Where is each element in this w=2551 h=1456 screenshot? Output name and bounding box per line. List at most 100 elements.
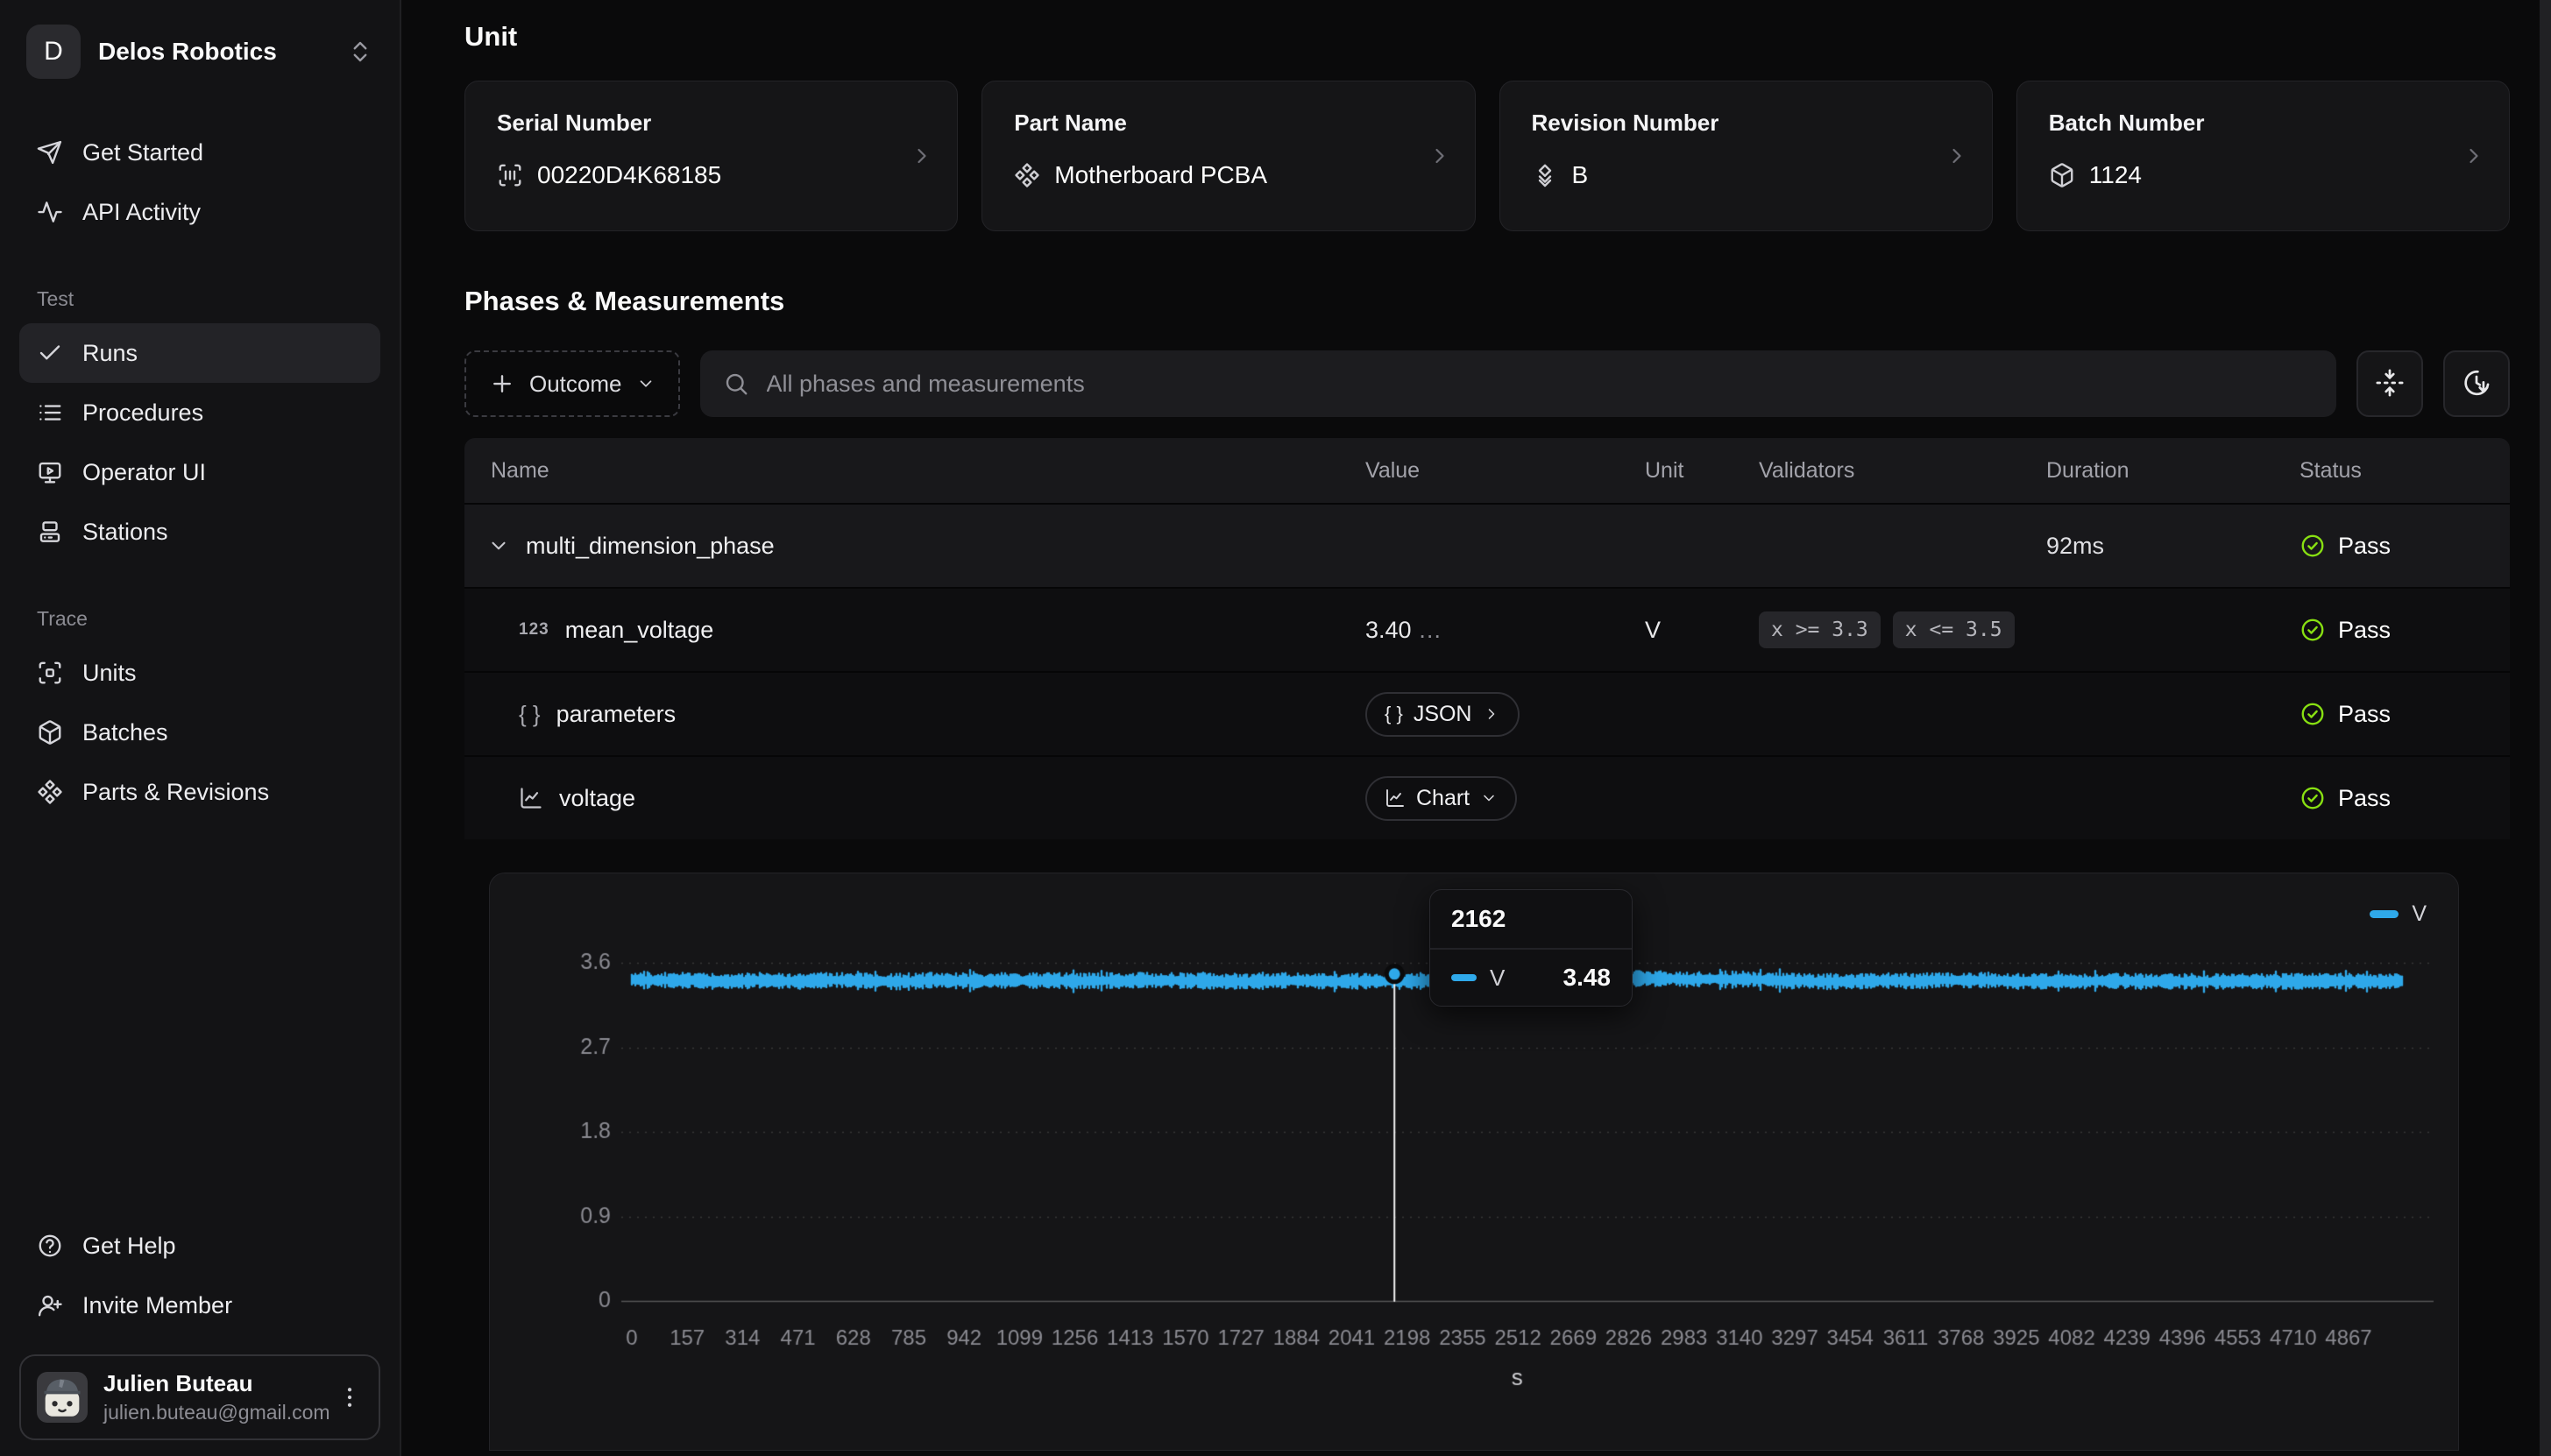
main-content: Unit Serial Number 00220D4K68185 Part Na… [401,0,2551,1456]
page-scrollbar[interactable] [2540,0,2551,1456]
chevron-right-icon [1428,144,1452,168]
history-button[interactable] [2443,350,2510,417]
status-label: Pass [2338,785,2391,812]
card-value: Motherboard PCBA [1054,161,1267,189]
json-pill-button[interactable]: { }JSON [1365,692,1520,737]
sidebar-item-get-help[interactable]: Get Help [19,1216,380,1276]
chevron-right-icon [1945,144,1969,168]
chevron-down-icon [1480,789,1498,807]
workspace-avatar: D [26,25,81,79]
sidebar-item-batches[interactable]: Batches [19,703,380,762]
stations-icon [37,519,63,545]
unit-card-part-name[interactable]: Part Name Motherboard PCBA [981,81,1475,231]
sidebar-item-label: Batches [82,719,168,746]
braces-icon: { } [519,701,541,728]
sidebar-item-invite-member[interactable]: Invite Member [19,1276,380,1335]
layers-diamond-icon [1532,162,1558,188]
user-avatar [37,1372,88,1423]
table-row-mean_voltage[interactable]: 123mean_voltage 3.40 … V x >= 3.3x <= 3.… [464,587,2510,671]
sidebar-item-operator-ui[interactable]: Operator UI [19,442,380,502]
outcome-filter-button[interactable]: Outcome [464,350,680,417]
workspace-switcher[interactable]: D Delos Robotics [19,18,380,86]
chevron-right-icon [1483,705,1500,723]
cell-status: Pass [2299,785,2510,812]
chart-tooltip: 2162 V 3.48 [1429,889,1633,1007]
cell-status: Pass [2299,533,2510,560]
column-header-value: Value [1365,458,1645,484]
sidebar-section-label: Trace [19,607,380,631]
tooltip-series-value: 3.48 [1563,964,1612,992]
chart-line-icon [519,786,543,810]
sidebar-item-stations[interactable]: Stations [19,502,380,562]
voltage-chart-card: V 2162 V 3.48 [489,873,2459,1451]
tooltip-series-name: V [1490,965,1505,992]
table-row-multi_dimension_phase[interactable]: multi_dimension_phase 92ms Pass [464,503,2510,587]
status-label: Pass [2338,533,2391,560]
unit-card-revision-number[interactable]: Revision Number B [1499,81,1993,231]
unit-cards-row: Serial Number 00220D4K68185 Part Name Mo… [464,81,2510,231]
row-name: mean_voltage [565,617,714,644]
sidebar-item-label: API Activity [82,199,201,226]
table-row-voltage[interactable]: voltage Chart Pass [464,755,2510,839]
unit-card-batch-number[interactable]: Batch Number 1124 [2016,81,2510,231]
pill-label: JSON [1414,702,1472,727]
status-badge: Pass [2299,533,2510,560]
user-menu-kebab-icon[interactable] [337,1384,363,1410]
sidebar-item-units[interactable]: Units [19,643,380,703]
user-card[interactable]: Julien Buteau julien.buteau@gmail.com [19,1354,380,1440]
plus-icon [489,371,515,397]
cell-validators: x >= 3.3x <= 3.5 [1759,611,2046,648]
filter-row: Outcome [464,350,2510,417]
card-label: Batch Number [2049,110,2477,137]
table-row-parameters[interactable]: { }parameters { }JSON Pass [464,671,2510,755]
check-icon [37,340,63,366]
sidebar-item-procedures[interactable]: Procedures [19,383,380,442]
card-value: 00220D4K68185 [537,161,721,189]
sidebar-item-label: Procedures [82,399,203,427]
search-input[interactable] [765,370,2314,399]
row-name: voltage [559,785,635,812]
pass-check-icon [2299,617,2326,643]
cell-value: 3.40 … [1365,617,1645,644]
outcome-filter-label: Outcome [529,371,622,398]
pass-check-icon [2299,533,2326,559]
column-header-status: Status [2299,458,2510,484]
sidebar: D Delos Robotics Get Started API Activit… [0,0,401,1456]
chevron-right-icon [910,144,934,168]
sidebar-item-runs[interactable]: Runs [19,323,380,383]
validator-chip: x >= 3.3 [1759,611,1881,648]
status-badge: Pass [2299,785,2510,812]
send-icon [37,139,63,166]
sidebar-item-parts-revisions[interactable]: Parts & Revisions [19,762,380,822]
sidebar-item-label: Parts & Revisions [82,779,269,806]
legend-series-dash-icon [2370,910,2399,918]
sidebar-item-api-activity[interactable]: API Activity [19,182,380,242]
measurements-table: NameValueUnitValidatorsDurationStatus mu… [464,438,2510,839]
app-root: D Delos Robotics Get Started API Activit… [0,0,2551,1456]
search-bar[interactable] [700,350,2337,417]
column-header-duration: Duration [2046,458,2299,484]
package-icon [2049,162,2075,188]
chart-line-icon [1385,788,1406,809]
chevron-down-icon [636,374,655,393]
sidebar-item-label: Stations [82,519,168,546]
cell-value: { }JSON [1365,692,1645,737]
sidebar-item-get-started[interactable]: Get Started [19,123,380,182]
status-label: Pass [2338,701,2391,728]
user-name: Julien Buteau [103,1370,321,1397]
sidebar-section-label: Test [19,287,380,311]
collapse-all-button[interactable] [2356,350,2423,417]
workspace-name: Delos Robotics [98,38,277,66]
status-badge: Pass [2299,617,2510,644]
chevrons-up-down-icon [347,39,373,65]
pill-label: Chart [1416,786,1470,811]
scan-barcode-icon [497,162,523,188]
sidebar-item-label: Runs [82,340,138,367]
pass-check-icon [2299,701,2326,727]
cell-unit: V [1645,617,1759,644]
unit-card-serial-number[interactable]: Serial Number 00220D4K68185 [464,81,958,231]
chart-pill-button[interactable]: Chart [1365,776,1517,821]
legend-series-label: V [2412,901,2427,927]
status-label: Pass [2338,617,2391,644]
search-icon [723,371,749,397]
